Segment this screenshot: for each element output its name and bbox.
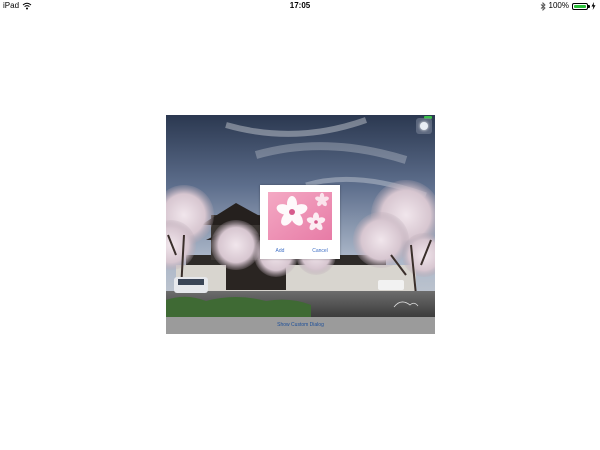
- add-button[interactable]: Add: [260, 246, 300, 256]
- battery-fill: [574, 4, 586, 8]
- cherry-blossom-icon: [268, 192, 332, 240]
- bluetooth-icon: [540, 1, 546, 11]
- battery-icon: [572, 2, 590, 10]
- inner-status-bar: [166, 115, 435, 121]
- dialog-buttons: Add Cancel: [260, 246, 340, 256]
- app-screenshot: Add Cancel Show Custom Dialog: [166, 115, 435, 334]
- assistive-touch-icon[interactable]: [416, 118, 432, 134]
- cancel-button[interactable]: Cancel: [300, 246, 340, 256]
- status-bar-right: 100%: [540, 0, 596, 12]
- status-bar: iPad 17:05 100%: [0, 0, 600, 12]
- charging-bolt-icon: [591, 2, 596, 10]
- custom-dialog: Add Cancel: [260, 185, 340, 259]
- assistive-touch-dot: [420, 122, 428, 130]
- show-custom-dialog-button[interactable]: Show Custom Dialog: [166, 317, 435, 334]
- status-time: 17:05: [289, 1, 311, 10]
- battery-percent: 100%: [548, 1, 569, 10]
